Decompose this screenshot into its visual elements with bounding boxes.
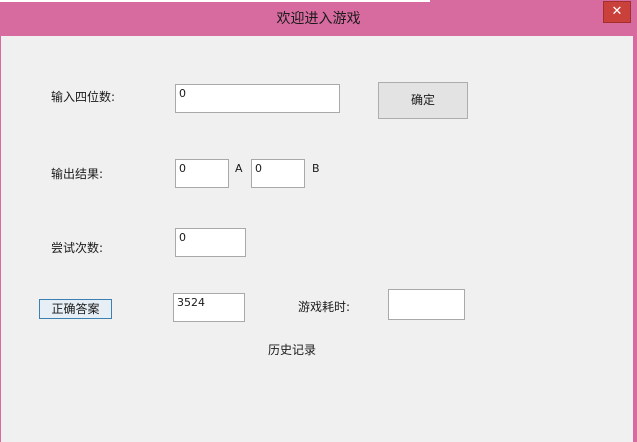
answer-field[interactable]: 3524 <box>173 293 245 322</box>
b-unit-label: B <box>312 162 320 175</box>
title-bar-strip <box>0 0 430 2</box>
a-unit-label: A <box>235 162 243 175</box>
confirm-button[interactable]: 确定 <box>378 82 468 119</box>
guess-input[interactable]: 0 <box>175 84 340 113</box>
show-answer-button[interactable]: 正确答案 <box>39 299 112 319</box>
guess-label: 输入四位数: <box>51 90 116 104</box>
attempts-field[interactable]: 0 <box>175 228 246 257</box>
a-count-field[interactable]: 0 <box>175 159 229 188</box>
game-window: 欢迎进入游戏 ✕ 输入四位数: 0 确定 输出结果: 0 A 0 B 尝试次数:… <box>0 0 637 442</box>
result-label: 输出结果: <box>51 167 104 181</box>
close-icon: ✕ <box>611 4 623 19</box>
b-count-field[interactable]: 0 <box>251 159 305 188</box>
client-area: 输入四位数: 0 确定 输出结果: 0 A 0 B 尝试次数: 0 正确答案 3… <box>1 36 633 442</box>
close-button[interactable]: ✕ <box>603 1 631 23</box>
time-field[interactable] <box>388 289 465 320</box>
attempts-label: 尝试次数: <box>51 241 104 255</box>
time-label: 游戏耗时: <box>298 300 351 314</box>
title-bar[interactable]: 欢迎进入游戏 ✕ <box>0 0 637 36</box>
history-label: 历史记录 <box>268 343 317 357</box>
window-title: 欢迎进入游戏 <box>276 11 361 27</box>
